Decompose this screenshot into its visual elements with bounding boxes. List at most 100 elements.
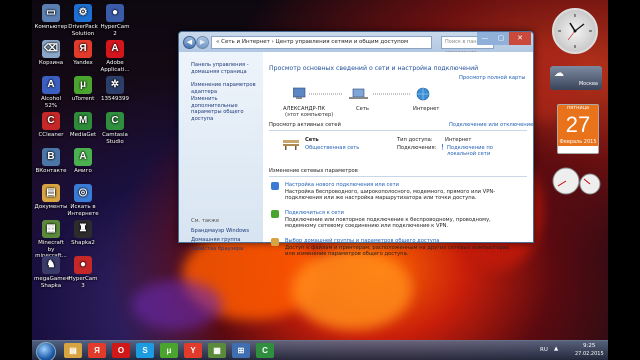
computer-icon: ▭: [42, 4, 60, 22]
minecraft-taskbar-icon[interactable]: ▦: [208, 343, 226, 358]
full-map-link[interactable]: Просмотр полной карты: [459, 75, 525, 81]
network-center-taskbar-icon[interactable]: ⊞: [232, 343, 250, 358]
mediaget-icon: M: [74, 112, 92, 130]
cursor-icon: ➤: [508, 178, 516, 188]
opera-icon[interactable]: O: [112, 343, 130, 358]
desktop-icon-label: megaGame# Shapka: [34, 276, 71, 289]
network-map: [293, 87, 430, 101]
computer-map-icon[interactable]: [293, 87, 306, 99]
weather-gadget[interactable]: ☁ Москва: [550, 66, 602, 90]
image-file-icon: ✲: [106, 76, 124, 94]
internet-search-icon: ◎: [74, 184, 92, 202]
connection-link[interactable]: Подключение по локальной сети: [447, 145, 509, 158]
start-button[interactable]: [36, 342, 56, 360]
network-type-link[interactable]: Общественная сеть: [305, 145, 359, 151]
forward-button[interactable]: ▶: [196, 36, 209, 49]
back-button[interactable]: ◀: [183, 36, 196, 49]
bench-network-icon: [283, 140, 299, 150]
taskbar: ▤ Я O Sμ Y ▦ ⊞ C RU ▲ 9:25 27.02.2015: [32, 340, 608, 360]
tray-date[interactable]: 27.02.2015: [575, 351, 604, 357]
minimize-button[interactable]: —: [477, 32, 493, 45]
tray-arrow-icon[interactable]: ▲: [554, 346, 558, 352]
desktop-icon[interactable]: ◎ Искать в Интернете: [66, 184, 100, 217]
window-titlebar[interactable]: ◀ ▶ « Сеть и Интернет › Центр управления…: [179, 32, 533, 56]
desktop-icon-label: Документы: [34, 204, 68, 210]
desktop-icon-label: Искать в Интернете: [67, 204, 99, 217]
cpu-meter-gadget[interactable]: [548, 166, 604, 196]
yandex-taskbar-icon[interactable]: Я: [88, 343, 106, 358]
desktop-icon[interactable]: C CCleaner: [34, 112, 68, 139]
desktop-icon[interactable]: C Camtasia Studio: [98, 112, 132, 145]
desktop-icon[interactable]: В ВКонтакте: [34, 148, 68, 175]
desktop-icon-label: Компьютер: [34, 24, 68, 30]
documents-icon: ▤: [42, 184, 60, 202]
clock-face-icon: [558, 14, 592, 48]
alcohol-icon: A: [42, 76, 60, 94]
access-type-label: Тип доступа:: [397, 137, 433, 143]
driverpack-icon: ⚙: [74, 4, 92, 22]
skype-icon[interactable]: S: [136, 343, 154, 358]
utorrent-taskbar-icon[interactable]: μ: [160, 343, 178, 358]
address-bar[interactable]: « Сеть и Интернет › Центр управления сет…: [211, 36, 432, 49]
close-button[interactable]: ✕: [509, 32, 531, 45]
desktop-icon[interactable]: Я Yandex: [66, 40, 100, 67]
desktop-icon-label: Корзина: [38, 60, 64, 66]
clock-gadget[interactable]: [552, 8, 598, 54]
network-map-node-icon[interactable]: [349, 88, 368, 99]
connect-disconnect-link[interactable]: Подключение или отключение: [449, 122, 533, 128]
minecraft-icon: ▦: [42, 220, 60, 238]
desktop-icon-label: HyperCam 3: [68, 276, 98, 289]
windows-explorer-icon[interactable]: ▤: [64, 343, 82, 358]
task-description: Доступ к файлам и принтерам, расположенн…: [285, 245, 511, 258]
tray-time[interactable]: 9:25: [583, 343, 595, 349]
nav-link-advanced-sharing[interactable]: Изменить дополнительные параметры общего…: [191, 96, 259, 122]
cloud-icon: ☁: [554, 68, 564, 79]
desktop-icon[interactable]: ▤ Документы: [34, 184, 68, 211]
language-indicator[interactable]: RU: [540, 347, 548, 353]
main-pane: Просмотр основных сведений о сети и наст…: [263, 52, 533, 257]
camtasia-taskbar-icon[interactable]: C: [256, 343, 274, 358]
desktop-icon-label: Shapka2: [71, 240, 95, 246]
map-node-computer-sub: (этот компьютер): [285, 112, 334, 118]
calendar-gadget[interactable]: пятница 27 Февраль 2015: [557, 104, 599, 154]
task-link[interactable]: Настройка нового подключения или сети: [285, 182, 399, 188]
desktop-icon[interactable]: M MediaGet: [66, 112, 100, 139]
map-node-internet-label: Интернет: [413, 106, 440, 112]
see-also-firewall[interactable]: Брандмауэр Windows: [191, 228, 249, 235]
active-networks-title: Просмотр активных сетей: [269, 122, 341, 128]
connect-network-icon: [271, 210, 279, 218]
task-link[interactable]: Выбор домашней группы и параметров общег…: [285, 238, 439, 244]
desktop-icon[interactable]: ⚙ DriverPack Solution: [66, 4, 100, 37]
maximize-button[interactable]: ▢: [493, 32, 509, 45]
weather-city: Москва: [578, 81, 598, 87]
see-also-title: См. также: [191, 218, 220, 224]
nav-link-adapter-settings[interactable]: Изменение параметров адаптера: [191, 82, 257, 95]
task-link[interactable]: Подключиться к сети: [285, 210, 344, 216]
nav-link-control-panel-home[interactable]: Панель управления - домашняя страница: [191, 62, 257, 75]
desktop-icon-label: DriverPack Solution: [68, 24, 98, 37]
yandex-browser-icon[interactable]: Y: [184, 343, 202, 358]
desktop-icon[interactable]: ▭ Компьютер: [34, 4, 68, 31]
desktop-icon[interactable]: ♞ megaGame# Shapka: [34, 256, 71, 289]
desktop-icon[interactable]: A Adobe Applicati...: [98, 40, 132, 73]
ccleaner-icon: C: [42, 112, 60, 130]
recycle-bin-icon: ⌫: [42, 40, 60, 58]
desktop-icon[interactable]: ● HyperCam 2: [98, 4, 132, 37]
new-connection-icon: [271, 182, 279, 190]
desktop-icon[interactable]: ✲ 13549399: [98, 76, 132, 103]
see-also-browser-properties[interactable]: Свойства браузера: [191, 246, 243, 253]
ethernet-icon: ╿: [441, 145, 445, 151]
desktop-icon[interactable]: ⌫ Корзина: [34, 40, 68, 67]
adobe-icon: A: [106, 40, 124, 58]
desktop-icon[interactable]: μ uTorrent: [66, 76, 100, 103]
desktop-icon[interactable]: ● HyperCam 3: [66, 256, 100, 289]
desktop-icon[interactable]: ♜ Shapka2: [66, 220, 100, 247]
desktop-icon[interactable]: A Амиго: [66, 148, 100, 175]
desktop-icon-label: Yandex: [73, 60, 93, 66]
desktop-icon-label: ВКонтакте: [35, 168, 67, 174]
globe-icon[interactable]: [416, 87, 430, 101]
desktop-icon[interactable]: A Alcohol 52%: [34, 76, 68, 109]
desktop-icon-label: uTorrent: [71, 96, 95, 102]
desktop-icon[interactable]: ▦Minecraft by minecraft...: [34, 220, 68, 260]
see-also-homegroup[interactable]: Домашняя группа: [191, 237, 240, 244]
